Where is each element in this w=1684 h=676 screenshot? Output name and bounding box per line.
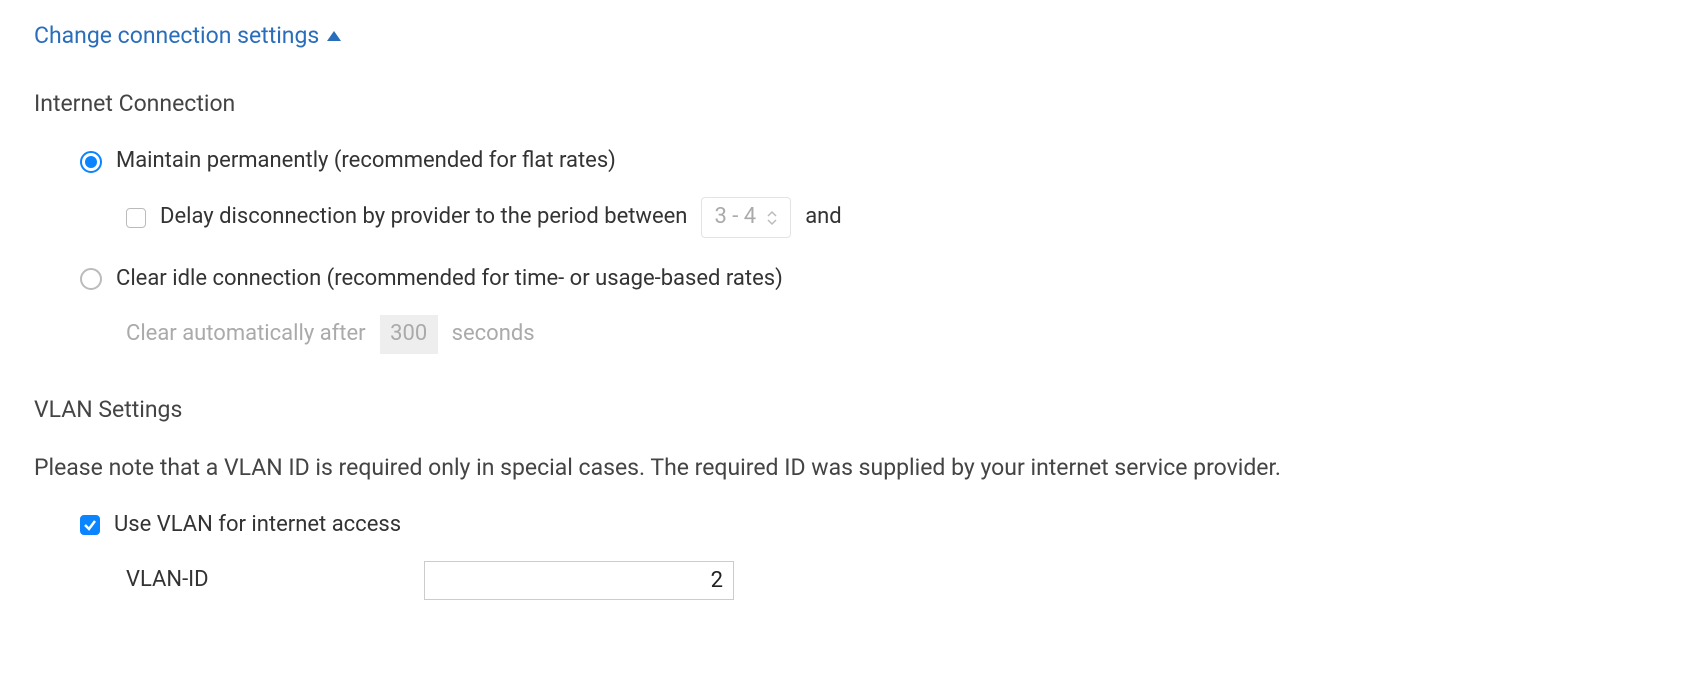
clear-auto-before: Clear automatically after [126, 319, 366, 350]
use-vlan-label: Use VLAN for internet access [114, 510, 401, 541]
delay-period-value: 3 - 4 [714, 202, 756, 233]
change-connection-settings-label: Change connection settings [34, 20, 319, 52]
internet-connection-title: Internet Connection [34, 88, 1650, 120]
vlan-settings-title: VLAN Settings [34, 394, 1650, 426]
change-connection-settings-toggle[interactable]: Change connection settings [34, 20, 341, 52]
caret-up-icon [327, 31, 341, 41]
clear-auto-seconds-input: 300 [380, 315, 438, 354]
vlan-id-label: VLAN-ID [126, 565, 396, 596]
stepper-arrows-icon [766, 210, 778, 226]
delay-period-stepper[interactable]: 3 - 4 [701, 197, 791, 238]
clear-idle-radio[interactable] [80, 268, 102, 290]
delay-label-after: and [805, 202, 842, 233]
maintain-permanently-radio[interactable] [80, 151, 102, 173]
delay-disconnection-label: Delay disconnection by provider to the p… [160, 202, 687, 233]
clear-auto-after: seconds [452, 319, 535, 350]
use-vlan-checkbox[interactable] [80, 515, 100, 535]
vlan-note: Please note that a VLAN ID is required o… [34, 452, 1650, 484]
maintain-permanently-label: Maintain permanently (recommended for fl… [116, 146, 616, 177]
clear-idle-label: Clear idle connection (recommended for t… [116, 264, 783, 295]
delay-disconnection-checkbox[interactable] [126, 208, 146, 228]
vlan-id-input[interactable] [424, 561, 734, 600]
